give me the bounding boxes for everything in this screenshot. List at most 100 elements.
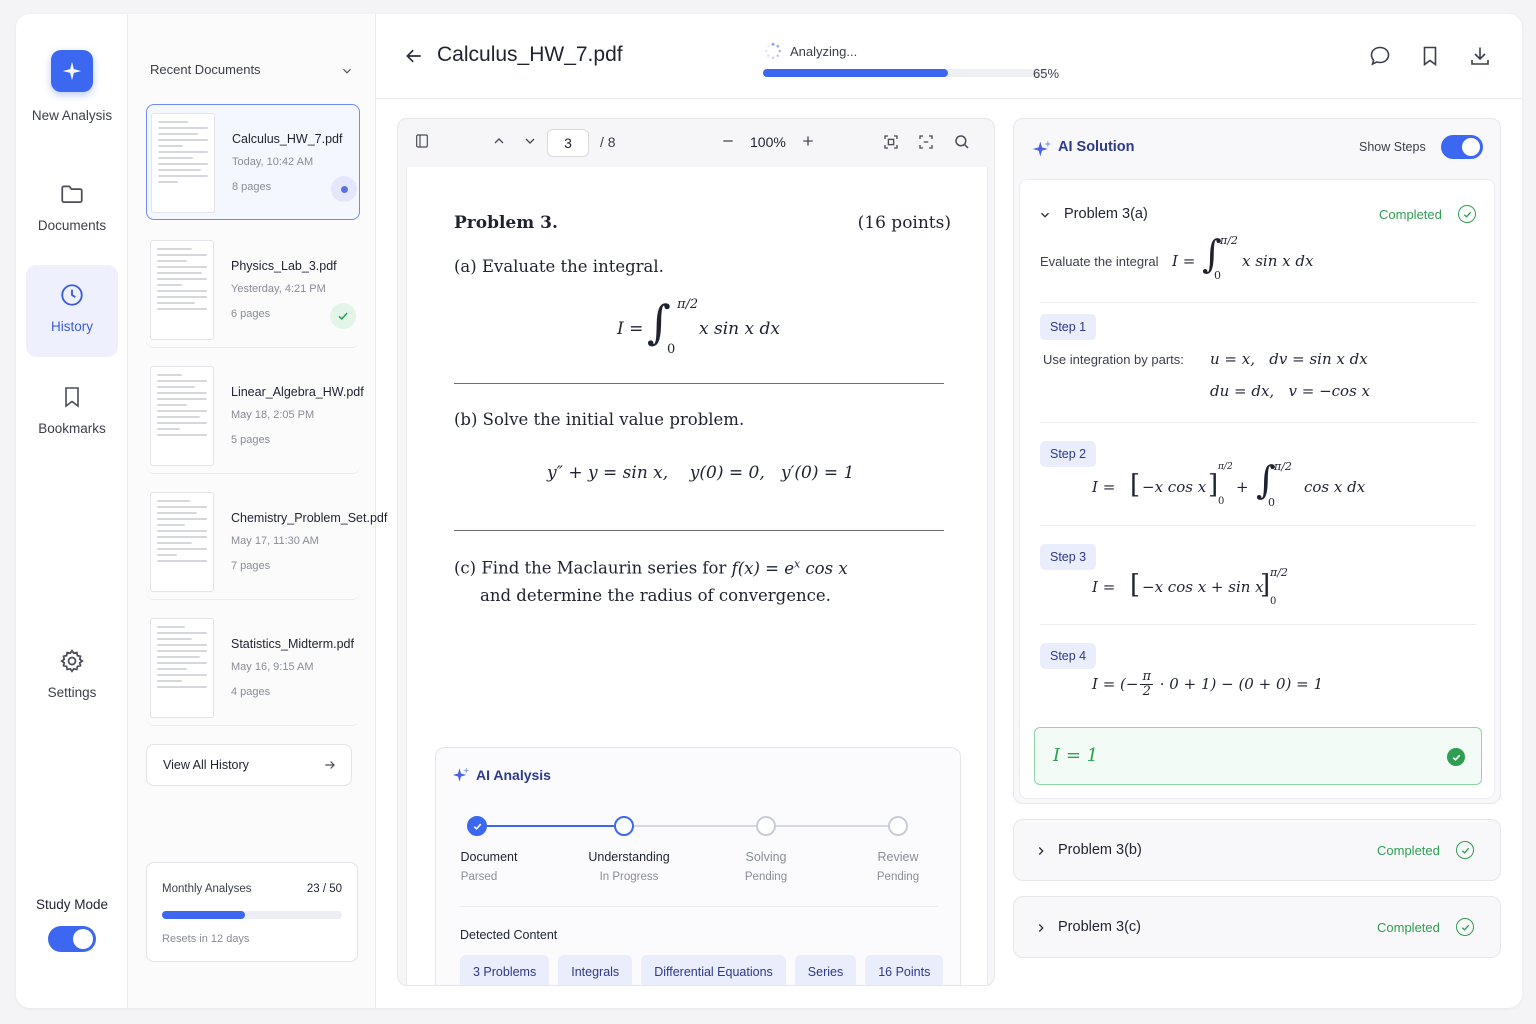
nav-history[interactable]: History xyxy=(26,265,118,357)
completed-label: Completed xyxy=(1379,207,1442,222)
new-analysis-button[interactable] xyxy=(51,50,93,92)
nav-bookmarks[interactable]: Bookmarks xyxy=(26,367,118,459)
content-chip[interactable]: 3 Problems xyxy=(460,955,550,985)
viewer-toolbar: 3 / 8 100% xyxy=(398,119,994,165)
document-pages: 7 pages xyxy=(231,560,271,572)
step1-math: du = dx, v = −cos x xyxy=(1210,382,1371,400)
document-name: Physics_Lab_3.pdf xyxy=(231,259,337,273)
step-node-pending xyxy=(888,816,908,836)
step-badge: Step 4 xyxy=(1040,643,1097,669)
step-label: Review xyxy=(877,850,919,864)
problem-heading: Problem 3(b) xyxy=(1058,842,1142,858)
recent-documents-header[interactable]: Recent Documents xyxy=(150,62,261,77)
step-label: Understanding xyxy=(588,850,670,864)
document-card[interactable]: Statistics_Midterm.pdf May 16, 9:15 AM 4… xyxy=(146,610,360,726)
ode-equation: y″ + y = sin x, y(0) = 0, y′(0) = 1 xyxy=(547,463,855,483)
zoom-in-icon[interactable] xyxy=(800,133,816,149)
chevron-down-icon[interactable] xyxy=(1038,208,1052,222)
content-chip[interactable]: Series xyxy=(794,955,857,985)
divider xyxy=(454,530,944,531)
step-node-current xyxy=(614,816,634,836)
document-pages: 5 pages xyxy=(231,434,271,446)
problem-3b-collapsed[interactable]: Problem 3(b) Completed xyxy=(1013,819,1501,881)
document-card[interactable]: Chemistry_Problem_Set.pdf May 17, 11:30 … xyxy=(146,484,387,600)
chevron-up-icon[interactable] xyxy=(491,133,507,149)
chevron-down-icon[interactable] xyxy=(522,133,538,149)
divider xyxy=(1040,422,1476,423)
comment-icon[interactable] xyxy=(1368,44,1392,68)
usage-progress-fill xyxy=(162,911,245,919)
step-status: Pending xyxy=(744,871,788,883)
download-icon[interactable] xyxy=(1468,44,1492,68)
fit-width-icon[interactable] xyxy=(917,133,935,151)
document-card[interactable]: Calculus_HW_7.pdf Today, 10:42 AM 8 page… xyxy=(146,104,360,220)
document-thumbnail xyxy=(151,113,215,213)
completed-label: Completed xyxy=(1377,843,1440,858)
detected-content-title: Detected Content xyxy=(460,928,558,942)
new-analysis-label[interactable]: New Analysis xyxy=(16,108,128,123)
document-date: Yesterday, 4:21 PM xyxy=(231,283,326,295)
sidebar-toggle-icon[interactable] xyxy=(414,133,430,149)
step-badge: Step 1 xyxy=(1040,314,1097,340)
app-window: New Analysis Documents History Bookmarks… xyxy=(16,14,1522,1008)
content-chip[interactable]: Differential Equations xyxy=(641,955,786,985)
bookmark-icon[interactable] xyxy=(1418,44,1442,68)
document-card[interactable]: Linear_Algebra_HW.pdf May 18, 2:05 PM 5 … xyxy=(146,358,364,474)
chevron-right-icon[interactable] xyxy=(1034,921,1048,935)
study-mode-toggle[interactable] xyxy=(48,926,96,952)
document-card[interactable]: Physics_Lab_3.pdf Yesterday, 4:21 PM 6 p… xyxy=(146,232,360,348)
usage-progress-bar xyxy=(162,911,342,919)
chevron-right-icon[interactable] xyxy=(1034,844,1048,858)
document-date: May 17, 11:30 AM xyxy=(231,535,319,547)
problem-3c-collapsed[interactable]: Problem 3(c) Completed xyxy=(1013,896,1501,958)
step4-math: I = (− π 2 · 0 + 1) − (0 + 0) = 1 xyxy=(1092,669,1323,700)
page-total: / 8 xyxy=(600,134,616,150)
nav-documents-label: Documents xyxy=(37,218,107,233)
analysis-progress-percent: 65% xyxy=(1033,66,1060,81)
pdf-viewer: 3 / 8 100% Problem 3. (16 points) (a) Ev… xyxy=(397,118,995,986)
part-b-text: (b) Solve the initial value problem. xyxy=(454,410,745,429)
part-c-text: (c) Find the Maclaurin series for f(x) =… xyxy=(454,557,848,578)
chevron-down-icon[interactable] xyxy=(340,64,354,78)
evaluate-text: Evaluate the integral xyxy=(1040,254,1159,269)
document-thumbnail xyxy=(150,618,214,718)
problem-title: Problem 3. xyxy=(454,213,558,233)
bookmark-icon xyxy=(58,383,86,411)
check-icon xyxy=(330,303,356,329)
document-pages: 6 pages xyxy=(231,308,271,320)
back-arrow-icon[interactable] xyxy=(404,46,424,66)
step1-text: Use integration by parts: xyxy=(1043,352,1184,367)
check-circle-icon xyxy=(1456,918,1474,936)
fit-page-icon[interactable] xyxy=(882,133,900,151)
header-actions xyxy=(1368,44,1492,68)
step-label: Solving xyxy=(745,850,787,864)
show-steps-toggle[interactable] xyxy=(1441,135,1483,159)
step-label: Document xyxy=(460,850,518,864)
analysis-status-text: Analyzing... xyxy=(790,43,858,59)
part-c-line1: (c) Find the Maclaurin series for xyxy=(454,558,727,578)
zoom-out-icon[interactable] xyxy=(720,133,736,149)
content-chip[interactable]: Integrals xyxy=(558,955,633,985)
nav-bookmarks-label: Bookmarks xyxy=(38,421,106,436)
nav-documents[interactable]: Documents xyxy=(26,164,118,256)
document-pages: 4 pages xyxy=(231,686,271,698)
document-thumbnail xyxy=(150,366,214,466)
ai-analysis-title: AI Analysis xyxy=(476,767,551,783)
view-all-history-button[interactable]: View All History xyxy=(146,744,352,786)
nav-settings-label: Settings xyxy=(47,685,97,700)
step-node-pending xyxy=(756,816,776,836)
document-name: Calculus_HW_7.pdf xyxy=(232,132,343,146)
clock-icon xyxy=(58,281,86,309)
show-steps-label: Show Steps xyxy=(1359,140,1426,154)
search-icon[interactable] xyxy=(953,133,971,151)
nav-settings[interactable]: Settings xyxy=(26,631,118,723)
zoom-level: 100% xyxy=(750,134,786,150)
sparkle-icon xyxy=(62,61,82,81)
page-number-input[interactable]: 3 xyxy=(547,129,589,157)
sparkle-icon xyxy=(1032,140,1052,157)
check-circle-icon xyxy=(1456,841,1474,859)
step1-math: u = x, dv = sin x dx xyxy=(1210,350,1368,368)
content-chip[interactable]: 16 Points xyxy=(865,955,944,985)
step-node-done xyxy=(467,816,487,836)
problem-heading[interactable]: Problem 3(a) xyxy=(1064,206,1148,222)
